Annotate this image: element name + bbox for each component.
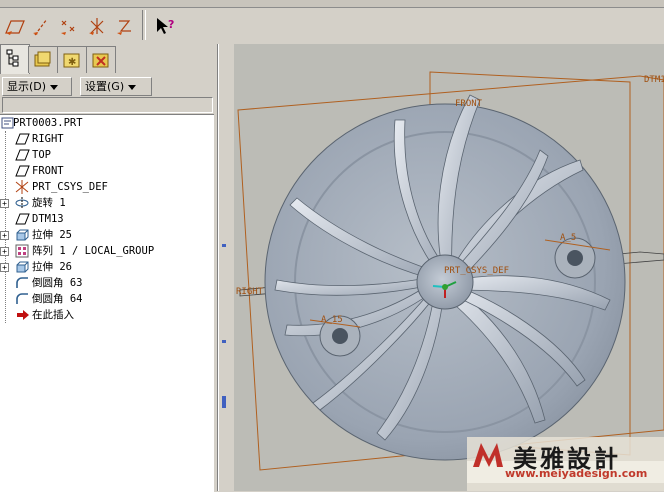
graphics-viewport[interactable]: FRONT RIGHT DTM1 PRT_CSYS_DEF A_5 A_15 <box>230 44 664 491</box>
label-csys: PRT_CSYS_DEF <box>444 266 509 276</box>
extrude-icon <box>16 229 29 241</box>
favorites-tab[interactable]: ✱ <box>57 46 87 73</box>
label-axis-a15: A_15 <box>321 315 343 325</box>
coordinate-system-icon <box>15 180 29 194</box>
tree-item-label: 拉伸 25 <box>32 229 72 241</box>
expand-toggle-icon[interactable]: + <box>0 199 9 208</box>
tree-item-revolve-1[interactable]: + 旋转 1 <box>0 195 214 211</box>
tree-item-label: FRONT <box>32 165 64 177</box>
tree-item-round-63[interactable]: 倒圆角 63 <box>0 275 214 291</box>
round-icon <box>16 293 28 304</box>
tree-item-label: DTM13 <box>32 213 64 225</box>
splitter-grip-icon <box>222 340 226 343</box>
tree-item-label: 在此插入 <box>32 309 74 321</box>
toolbar-separator <box>142 10 146 40</box>
label-right: RIGHT <box>236 287 264 297</box>
datum-point-display-icon[interactable] <box>56 12 82 40</box>
model-tree-tab[interactable] <box>0 44 30 74</box>
datum-axis-display-icon[interactable] <box>28 12 54 40</box>
boss-right-hole <box>567 250 583 266</box>
tree-item-label: 拉伸 26 <box>32 261 72 273</box>
datum-plane-icon <box>15 165 30 177</box>
whats-this-help-icon[interactable]: ? <box>152 12 178 40</box>
pattern-icon <box>15 244 29 258</box>
tree-item-top[interactable]: TOP <box>0 147 214 163</box>
tree-item-label: 倒圆角 64 <box>32 293 83 305</box>
tree-item-label: 倒圆角 63 <box>32 277 83 289</box>
tree-item-extrude-26[interactable]: + 拉伸 26 <box>0 259 214 275</box>
datum-plane-icon <box>15 213 30 225</box>
model-view: FRONT RIGHT DTM1 PRT_CSYS_DEF A_5 A_15 <box>236 71 664 471</box>
expand-toggle-icon[interactable]: + <box>0 247 9 256</box>
settings-menu-label: 设置(G) <box>85 80 125 93</box>
spin-center-display-icon[interactable] <box>112 12 138 40</box>
dropdown-arrow-icon <box>128 84 137 90</box>
svg-text:✱: ✱ <box>68 57 76 68</box>
insert-here-arrow-icon <box>17 310 29 320</box>
tree-item-label: TOP <box>32 149 51 161</box>
boss-left-hole <box>332 328 348 344</box>
model-tree-menu-row: 显示(D) 设置(G) <box>0 75 217 97</box>
round-icon <box>16 277 28 288</box>
watermark: 美雅設計 www.meiyadesign.com <box>467 437 664 491</box>
datum-plane-icon <box>15 149 30 161</box>
tree-item-label: RIGHT <box>32 133 64 145</box>
fan-hub <box>416 254 474 310</box>
tree-item-right[interactable]: RIGHT <box>0 131 214 147</box>
splitter-grip-icon <box>222 244 226 247</box>
watermark-url: www.meiyadesign.com <box>505 467 648 480</box>
folder-browser-tab[interactable] <box>28 46 58 73</box>
tree-item-front[interactable]: FRONT <box>0 163 214 179</box>
expand-toggle-icon[interactable]: + <box>0 231 9 240</box>
tree-item-pattern-1[interactable]: + 阵列 1 / LOCAL_GROUP <box>0 243 214 259</box>
tree-item-round-64[interactable]: 倒圆角 64 <box>0 291 214 307</box>
tree-item-label: PRT0003.PRT <box>13 117 83 129</box>
viewport-left-border <box>230 44 234 491</box>
revolve-icon <box>15 197 29 209</box>
settings-menu[interactable]: 设置(G) <box>80 77 152 96</box>
label-axis-a5: A_5 <box>560 233 576 243</box>
tree-item-insert-here[interactable]: 在此插入 <box>0 307 214 323</box>
main-toolbar: ? <box>0 0 664 45</box>
extrude-icon <box>16 261 29 273</box>
coordinate-system-display-icon[interactable] <box>84 12 110 40</box>
tree-item-extrude-25[interactable]: + 拉伸 25 <box>0 227 214 243</box>
navigator-tabs: ✱ <box>0 44 217 74</box>
show-menu-label: 显示(D) <box>7 80 47 93</box>
datum-plane-icon <box>15 133 30 145</box>
label-front: FRONT <box>455 99 483 109</box>
expand-toggle-icon[interactable]: + <box>0 263 9 272</box>
tree-item-csys[interactable]: PRT_CSYS_DEF <box>0 179 214 195</box>
toolbar-top-strip <box>0 0 664 8</box>
splitter-grip-icon <box>222 396 226 408</box>
model-tree-panel: ✱ 显示(D) 设置(G) PRT0003.PRT RIGHT TOP FRON… <box>0 44 218 492</box>
connections-tab[interactable] <box>86 46 116 73</box>
datum-plane-display-icon[interactable] <box>2 12 28 40</box>
svg-text:?: ? <box>168 18 174 31</box>
model-tree-filter-bar[interactable] <box>2 97 213 113</box>
show-menu[interactable]: 显示(D) <box>2 77 72 96</box>
tree-item-label: 阵列 1 / LOCAL_GROUP <box>32 245 155 257</box>
label-dtm: DTM1 <box>644 75 664 85</box>
tree-item-label: 旋转 1 <box>32 197 66 209</box>
model-tree: PRT0003.PRT RIGHT TOP FRONT PRT_CSYS_DEF… <box>0 114 214 492</box>
tree-item-label: PRT_CSYS_DEF <box>32 181 108 193</box>
tree-item-dtm13[interactable]: DTM13 <box>0 211 214 227</box>
dropdown-arrow-icon <box>50 84 59 90</box>
